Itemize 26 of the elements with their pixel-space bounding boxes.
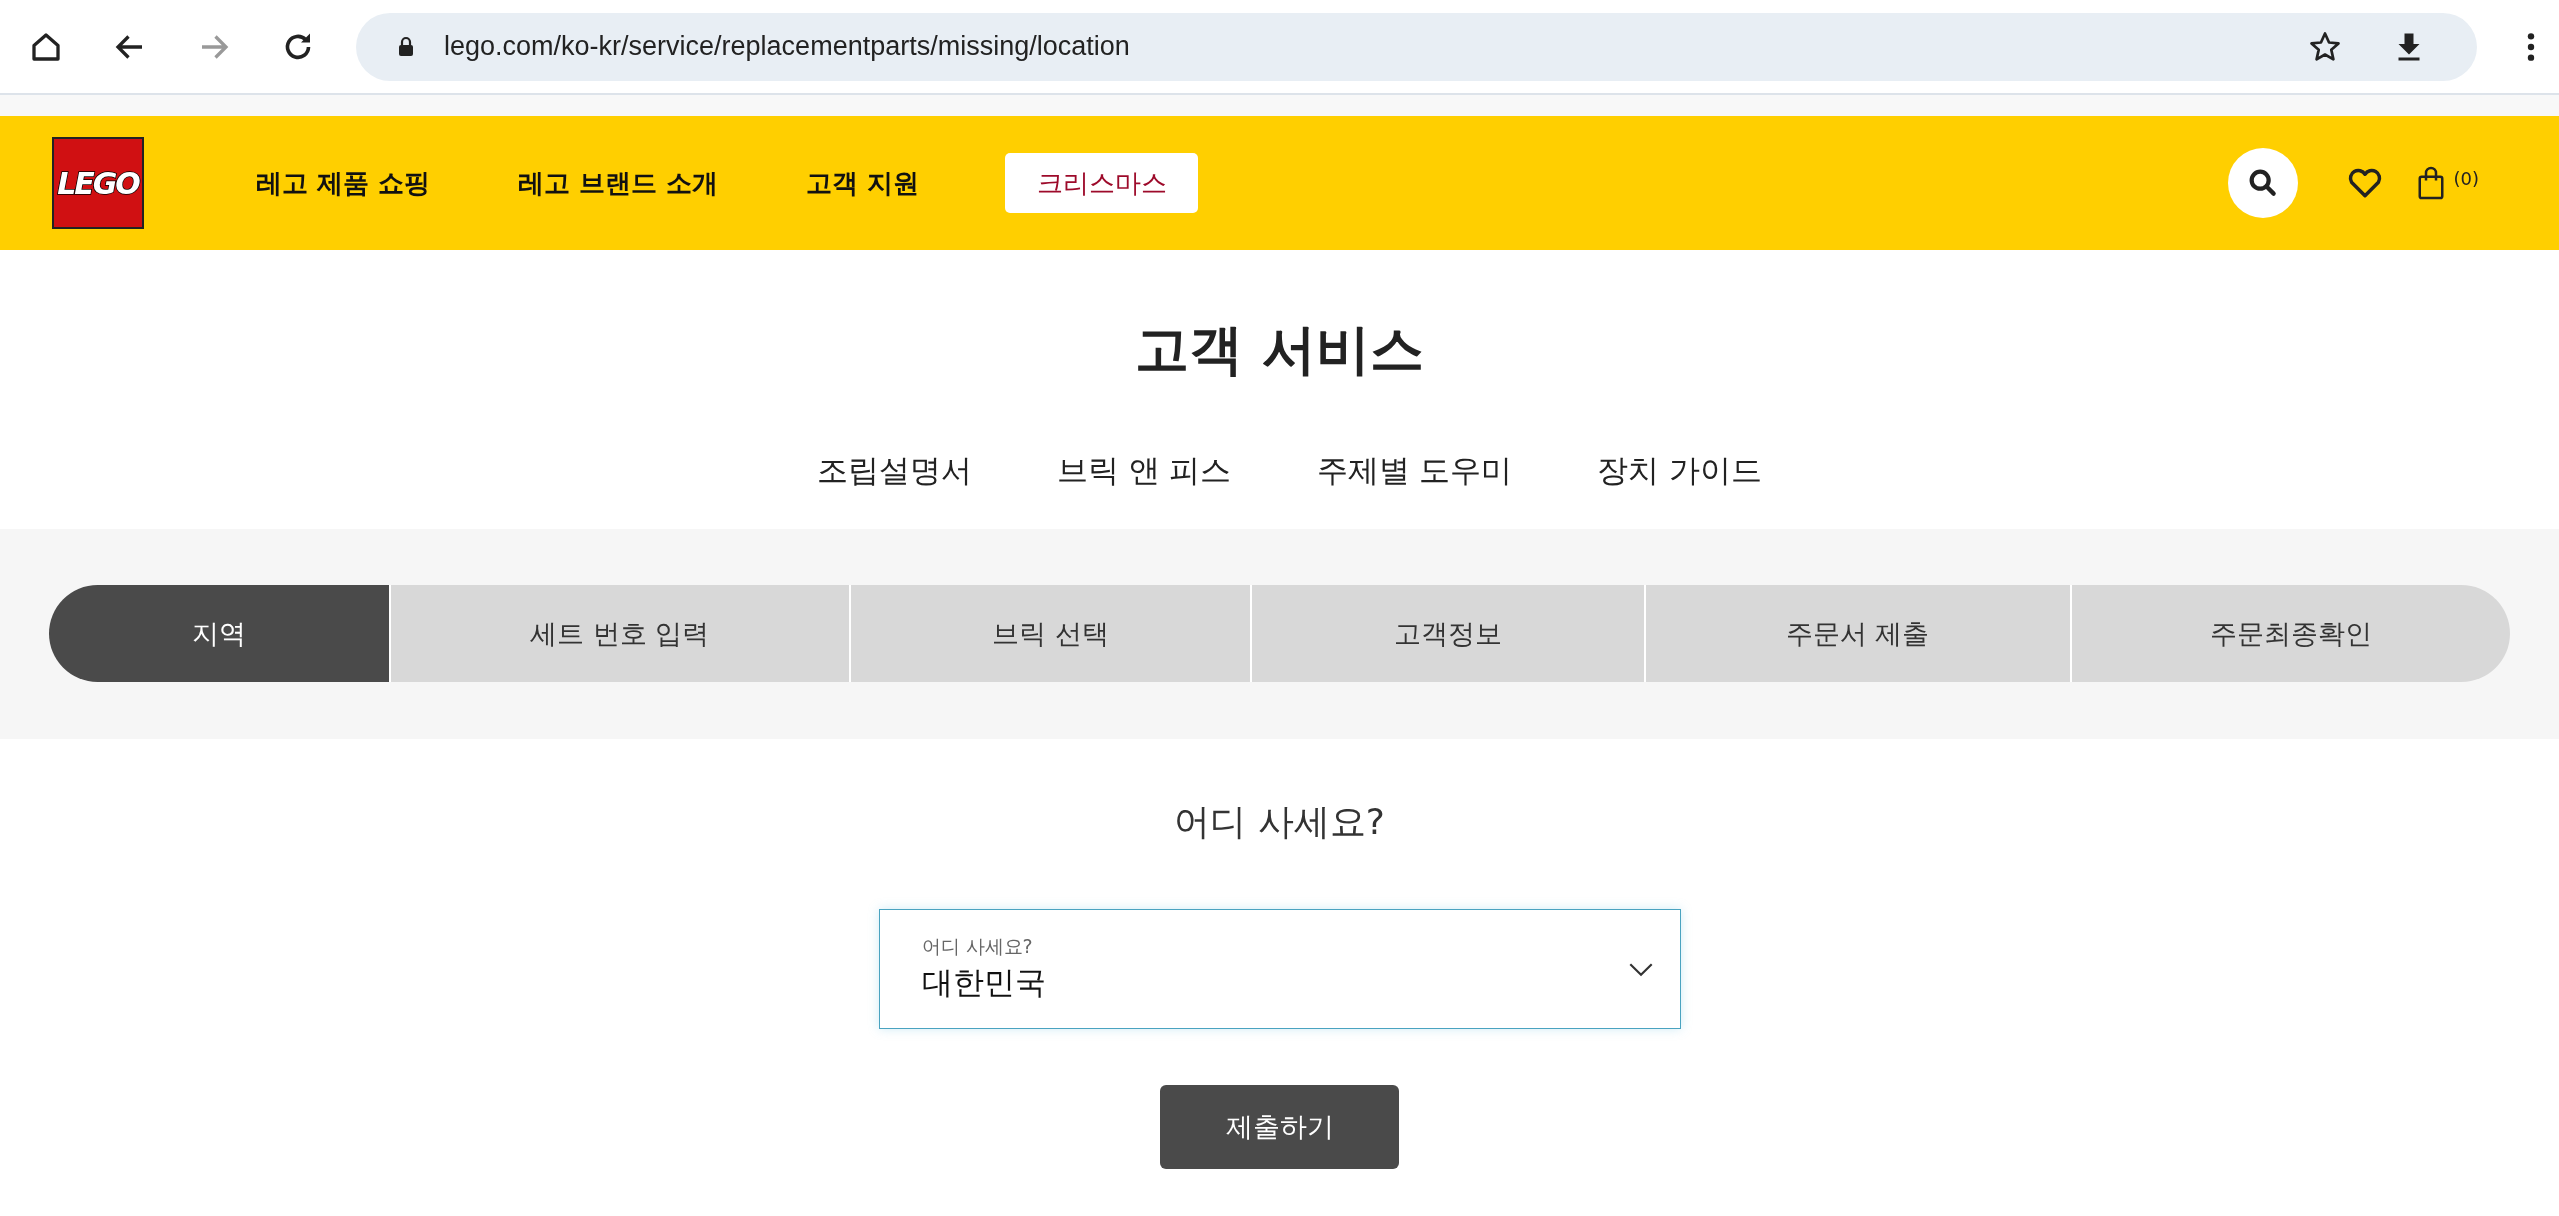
url-text: lego.com/ko-kr/service/replacementparts/missing/location (444, 31, 1130, 62)
submit-button[interactable]: 제출하기 (1160, 1085, 1399, 1169)
subnav-link[interactable]: 브릭 앤 피스 (1056, 450, 1232, 526)
select-label: 어디 사세요? (921, 934, 1034, 959)
subnav-link[interactable]: 장치 가이드 (1597, 450, 1763, 526)
select-value: 대한민국 (921, 963, 1047, 1002)
nav-link[interactable]: 레고 브랜드 소개 (518, 165, 719, 201)
logo[interactable]: LEGO (52, 137, 144, 229)
progress-step: 브릭 선택 (848, 585, 1251, 682)
nav-link[interactable]: 고객 지원 (806, 165, 920, 201)
subnav-link[interactable]: 조립설명서 (816, 450, 972, 526)
nav-link[interactable]: 레고 제품 쇼핑 (256, 165, 431, 201)
more-menu-icon[interactable] (2525, 30, 2537, 63)
nav-button[interactable]: 크리스마스 (1005, 153, 1199, 213)
page-title: 고객 서비스 (1134, 317, 1425, 383)
question-heading: 어디 사세요? (1173, 800, 1386, 844)
country-select[interactable]: 어디 사세요? 대한민국 (878, 909, 1681, 1029)
progress-step: 주문서 제출 (1643, 585, 2070, 682)
progress-step: 지역 (49, 585, 389, 682)
address-bar[interactable]: lego.com/ko-kr/service/replacementparts/missing/location (356, 12, 2477, 81)
chevron-down-icon (1627, 961, 1654, 977)
subnav-link[interactable]: 주제별 도우미 (1316, 450, 1513, 526)
progress-step: 세트 번호 입력 (388, 585, 849, 682)
progress-step: 고객정보 (1250, 585, 1644, 682)
cart-count: (0) (2453, 167, 2479, 189)
progress-step: 주문최종확인 (2069, 585, 2510, 682)
